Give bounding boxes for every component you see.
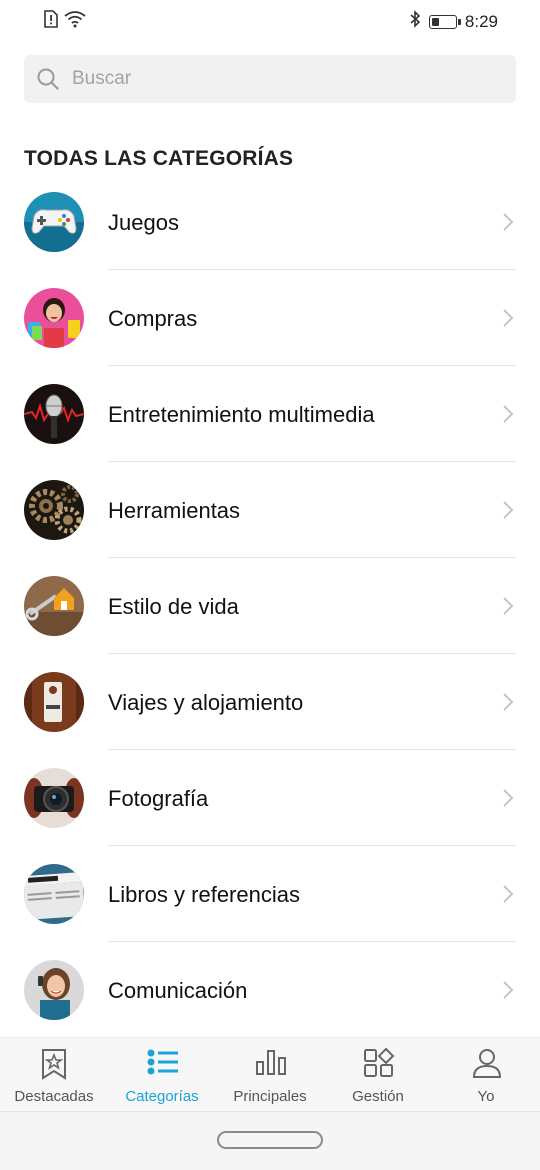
chevron-right-icon: [503, 885, 514, 903]
list-icon: [147, 1049, 178, 1075]
category-label: Juegos: [108, 210, 179, 235]
chevron-right-icon: [503, 693, 514, 711]
house-key-icon: [24, 576, 84, 636]
search-input[interactable]: [72, 55, 502, 103]
nav-categorias[interactable]: Categorías: [108, 1038, 216, 1112]
category-list: Juegos Compras Entretenimiento multimedi…: [0, 174, 540, 1038]
bottom-nav: Destacadas Categorías Principales Gestió…: [0, 1037, 540, 1111]
category-label: Comunicación: [108, 978, 248, 1003]
newspaper-icon: [24, 864, 84, 924]
microphone-icon: [24, 384, 84, 444]
nav-label: Yo: [477, 1088, 495, 1105]
chevron-right-icon: [503, 309, 514, 327]
star-bookmark-icon: [42, 1049, 66, 1080]
gears-icon: [24, 480, 84, 540]
search-bar[interactable]: [24, 55, 516, 103]
nav-label: Categorías: [125, 1088, 199, 1105]
category-item-comunicacion[interactable]: Comunicación: [0, 942, 540, 1038]
chevron-right-icon: [503, 405, 514, 423]
home-gesture-handle[interactable]: [217, 1131, 323, 1149]
section-title: TODAS LAS CATEGORÍAS: [24, 147, 294, 170]
chevron-right-icon: [503, 789, 514, 807]
nav-label: Gestión: [352, 1088, 404, 1105]
door-sign-icon: [24, 672, 84, 732]
status-time: 8:29: [464, 11, 498, 31]
camera-icon: [24, 768, 84, 828]
nav-gestion[interactable]: Gestión: [324, 1038, 432, 1112]
search-icon: [37, 68, 59, 90]
category-item-fotografia[interactable]: Fotografía: [0, 750, 540, 846]
shopping-icon: [24, 288, 84, 348]
category-item-herramientas[interactable]: Herramientas: [0, 462, 540, 558]
category-label: Herramientas: [108, 498, 241, 523]
category-item-libros[interactable]: Libros y referencias: [0, 846, 540, 942]
alert-sim-icon: [44, 10, 58, 33]
category-item-compras[interactable]: Compras: [0, 270, 540, 366]
bar-chart-icon: [256, 1050, 286, 1075]
battery-icon: [428, 14, 461, 29]
chevron-right-icon: [503, 597, 514, 615]
chevron-right-icon: [503, 981, 514, 999]
chevron-right-icon: [503, 501, 514, 519]
person-icon: [472, 1049, 502, 1078]
category-label: Viajes y alojamiento: [108, 690, 304, 715]
chevron-right-icon: [503, 213, 514, 231]
category-label: Libros y referencias: [108, 882, 300, 907]
category-item-viajes[interactable]: Viajes y alojamiento: [0, 654, 540, 750]
category-item-estilo-de-vida[interactable]: Estilo de vida: [0, 558, 540, 654]
nav-principales[interactable]: Principales: [216, 1038, 324, 1112]
nav-destacadas[interactable]: Destacadas: [0, 1038, 108, 1112]
category-item-entretenimiento[interactable]: Entretenimiento multimedia: [0, 366, 540, 462]
gamepad-icon: [24, 192, 84, 252]
nav-yo[interactable]: Yo: [432, 1038, 540, 1112]
category-label: Fotografía: [108, 786, 209, 811]
category-label: Compras: [108, 306, 198, 331]
category-label: Entretenimiento multimedia: [108, 402, 375, 427]
bluetooth-icon: [409, 10, 421, 33]
apps-grid-icon: [364, 1048, 395, 1077]
system-navigation-bar: [0, 1111, 540, 1170]
nav-label: Principales: [233, 1088, 307, 1105]
wifi-icon: [64, 10, 86, 33]
nav-label: Destacadas: [14, 1088, 94, 1105]
category-label: Estilo de vida: [108, 594, 239, 619]
status-bar: 8:29: [0, 0, 540, 42]
category-item-juegos[interactable]: Juegos: [0, 174, 540, 270]
phone-call-icon: [24, 960, 84, 1020]
